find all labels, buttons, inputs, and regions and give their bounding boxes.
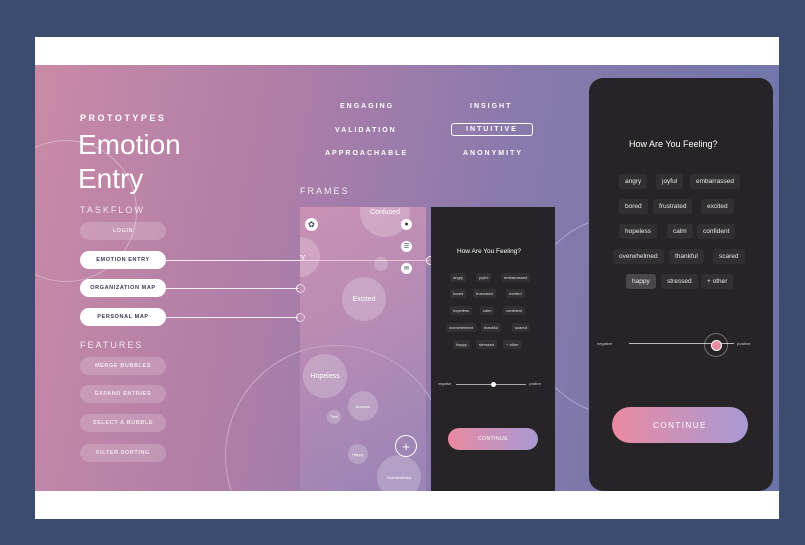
emotion-chip[interactable]: excited [506,289,525,298]
emotion-chip[interactable]: joyful [476,273,492,282]
emotion-chip[interactable]: + other [503,340,522,349]
taskflow-emotion-entry[interactable]: EMOTION ENTRY [80,251,166,269]
emotion-chip[interactable]: angry [619,174,648,189]
bubble-hopeless[interactable]: Hopeless [303,354,347,398]
taskflow-login[interactable]: LOGIN [80,222,166,240]
bubble-excited[interactable]: Excited [342,277,386,321]
emotion-chip[interactable]: overwhelmed [613,249,664,264]
page-title-line2: Entry [78,163,144,194]
emotion-chip[interactable]: frustrated [473,289,496,298]
question-heading: How Are You Feeling? [457,248,521,255]
bubble-anxious[interactable]: Anxious [348,391,378,421]
emotion-chip[interactable]: confident [697,224,736,239]
prototype-board: PROTOTYPES Emotion Entry ENGAGING INSIGH… [35,65,779,491]
emotion-chip[interactable]: thankful [481,323,502,332]
continue-button-large[interactable]: CONTINUE [612,407,748,443]
feature-expand-entries[interactable]: EXPAND ENTRIES [80,385,166,403]
feature-merge-bubbles[interactable]: MERGE BUBBLES [80,357,166,375]
settings-icon[interactable]: ✿ [305,218,318,231]
principle-engaging: ENGAGING [340,103,395,110]
principle-intuitive: INTUITIVE [451,123,533,136]
emotion-chip[interactable]: hopeless [450,306,473,315]
feature-filter-sorting[interactable]: FILTER SORTING [80,444,166,462]
question-heading: How Are You Feeling? [629,139,718,149]
taskflow-organization-map[interactable]: ORGANIZATION MAP [80,279,166,297]
emotion-chip[interactable]: bored [619,199,648,214]
connector-personal-map [166,317,299,318]
emotion-chip[interactable]: happy [453,340,470,349]
emotion-chip[interactable]: calm [667,224,693,239]
emotion-chip[interactable]: hopeless [619,224,658,239]
emotion-chip[interactable]: + other [701,274,734,289]
message-icon[interactable]: ✉ [401,263,412,274]
principle-insight: INSIGHT [470,103,513,110]
continue-button-small[interactable]: CONTINUE [448,428,538,450]
scale-positive-label: positive [529,382,541,386]
principle-approachable: APPROACHABLE [325,150,409,157]
principle-anonymity: ANONYMITY [463,150,523,157]
taskflow-personal-map[interactable]: PERSONAL MAP [80,308,166,326]
mood-slider-thumb-core [710,339,722,351]
emotion-chip[interactable]: calm [480,306,495,315]
emotion-entry-phone-small: How Are You Feeling? angry joyful embarr… [431,207,555,491]
emotion-entry-phone-large: How Are You Feeling? angry joyful embarr… [589,78,773,491]
principle-validation: VALIDATION [335,127,397,134]
emotion-chip[interactable]: angry [450,273,467,282]
emotion-chip[interactable]: overwhelmed [446,323,476,332]
profile-icon[interactable]: ● [401,219,412,230]
bubble-tired[interactable]: Tired [327,410,341,424]
mood-slider-thumb[interactable] [491,382,496,387]
emotion-chip[interactable]: joyful [656,174,684,189]
continue-label: CONTINUE [653,420,707,430]
presentation-slide: PROTOTYPES Emotion Entry ENGAGING INSIGH… [35,37,779,519]
emotion-chip[interactable]: stressed [476,340,498,349]
page-title-line1: Emotion [78,129,181,160]
emotion-chip[interactable]: scared [512,323,531,332]
filter-icon[interactable]: ☰ [401,241,412,252]
features-label: FEATURES [80,340,144,350]
emotion-chip[interactable]: embarrassed [690,174,740,189]
emotion-chip[interactable]: confident [503,306,526,315]
bubble-partial[interactable]: gry [300,237,320,277]
taskflow-label: TASKFLOW [80,205,145,215]
bubble-map-frame: Confused gry Excited Hopeless Anxious Ti… [300,207,426,491]
emotion-chip[interactable]: frustrated [653,199,693,214]
feature-select-bubble[interactable]: SELECT A BUBBLE [80,414,166,432]
scale-positive-label: positive [737,341,751,346]
connector-organization-map [166,288,299,289]
scale-negative-label: negative [597,341,613,346]
bubble-happy[interactable]: Happy [348,444,368,464]
emotion-chip[interactable]: stressed [661,274,698,289]
mood-slider-thumb[interactable] [704,333,729,357]
emotion-chip[interactable]: scared [713,249,745,264]
bubble-overwhelmed[interactable]: Overwhelmed [377,455,421,491]
prototypes-eyebrow: PROTOTYPES [80,113,167,123]
bubble-small[interactable] [374,257,388,271]
emotion-chip[interactable]: thankful [669,249,704,264]
continue-label: CONTINUE [477,436,509,442]
emotion-chip[interactable]: embarrassed [501,273,531,282]
scale-negative-label: negative [438,382,452,386]
emotion-chip[interactable]: excited [701,199,734,214]
frames-label: FRAMES [300,186,350,196]
emotion-chip-selected[interactable]: happy [626,274,656,289]
add-icon[interactable]: + [395,435,417,457]
slide-background: PROTOTYPES Emotion Entry ENGAGING INSIGH… [0,0,805,545]
emotion-chip[interactable]: bored [450,289,467,298]
